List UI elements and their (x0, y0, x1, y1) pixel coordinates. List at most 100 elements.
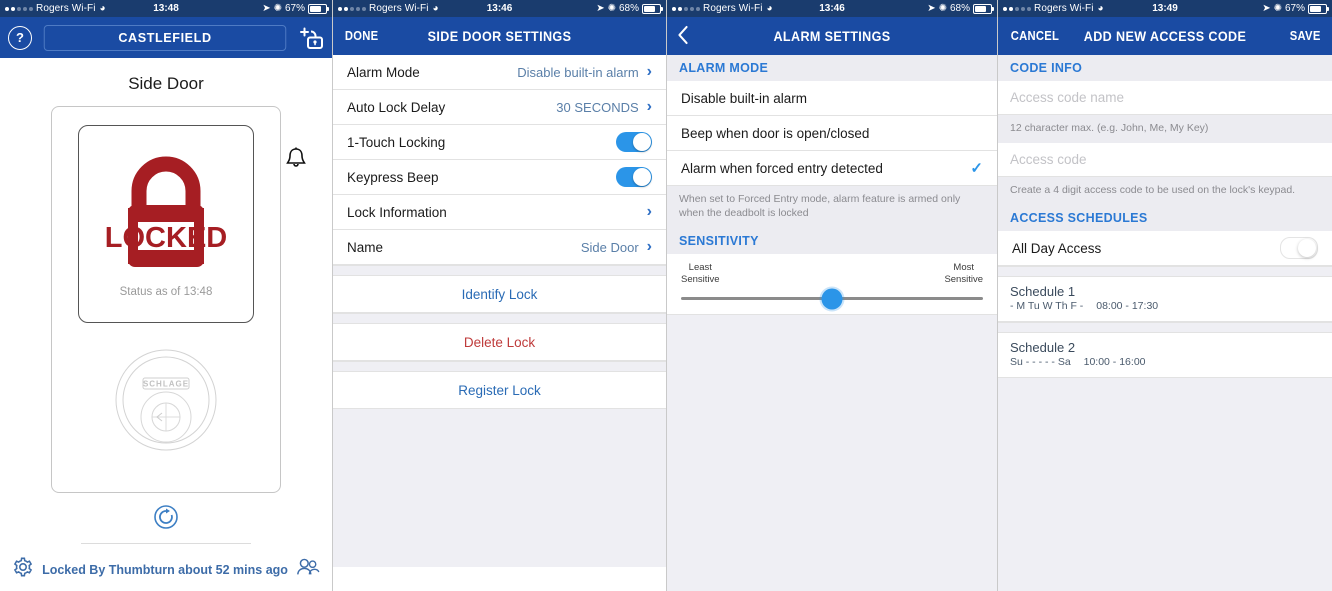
slider-min-label: Least Sensitive (681, 262, 720, 285)
chevron-right-icon: › (646, 203, 652, 220)
forced-entry-note: When set to Forced Entry mode, alarm fea… (667, 186, 997, 229)
battery-icon (973, 3, 994, 14)
delete-lock-button[interactable]: Delete Lock (333, 324, 666, 361)
keypress-beep-toggle[interactable] (616, 167, 652, 187)
deadbolt-graphic: SCHLAGE (105, 339, 227, 466)
option-label: Disable built-in alarm (681, 90, 808, 106)
option-disable-built-in-alarm[interactable]: Disable built-in alarm (667, 81, 997, 116)
schedule-row-1[interactable]: Schedule 1 - M Tu W Th F - 08:00 - 17:30 (998, 277, 1332, 323)
row-label: Name (347, 239, 384, 255)
done-button[interactable]: DONE (345, 29, 379, 43)
lock-status-card: LOCKED Status as of 13:48 (78, 125, 254, 323)
schedule-details: Su - - - - - Sa 10:00 - 16:00 (1010, 356, 1320, 368)
slider-max-label: Most Sensitive (944, 262, 983, 285)
row-label: Auto Lock Delay (347, 99, 446, 115)
register-lock-button[interactable]: Register Lock (333, 372, 666, 409)
users-icon[interactable] (296, 556, 320, 583)
refresh-button[interactable] (0, 503, 332, 531)
screenshot-root: Rogers Wi-Fi ◕ 13:48 ➤ ✺ 67% ? CASTLEFIE… (0, 0, 1332, 591)
alarm-settings-list: ALARM MODE Disable built-in alarm Beep w… (667, 55, 997, 591)
row-one-touch-locking[interactable]: 1-Touch Locking (333, 125, 666, 160)
status-bar: Rogers Wi-Fi ◕ 13:46 ➤ ✺ 68% (667, 0, 997, 17)
row-auto-lock-delay[interactable]: Auto Lock Delay 30 SECONDS › (333, 90, 666, 125)
sensitivity-slider-row: Least Sensitive Most Sensitive (667, 254, 997, 316)
home-name-field[interactable]: CASTLEFIELD (43, 24, 287, 51)
option-label: Beep when door is open/closed (681, 125, 870, 141)
row-value: Side Door (580, 239, 639, 255)
row-all-day-access[interactable]: All Day Access (998, 231, 1332, 267)
status-bar: Rogers Wi-Fi ◕ 13:46 ➤ ✺ 68% (333, 0, 666, 17)
list-filler (667, 315, 997, 591)
schedule-name: Schedule 1 (1010, 284, 1076, 300)
slider-labels: Least Sensitive Most Sensitive (681, 262, 983, 285)
access-code-name-hint: 12 character max. (e.g. John, Me, My Key… (998, 115, 1332, 144)
list-gap (998, 322, 1332, 334)
svg-text:LOCKED: LOCKED (106, 222, 226, 254)
gear-icon[interactable] (12, 556, 34, 583)
lock-status-timestamp: Status as of 13:48 (119, 286, 213, 298)
row-value: Disable built-in alarm (517, 64, 639, 80)
option-label: Alarm when forced entry detected (681, 160, 883, 176)
home-nav-bar: ? CASTLEFIELD (0, 17, 332, 58)
row-value: 30 SECONDS (556, 99, 639, 115)
row-alarm-mode[interactable]: Alarm Mode Disable built-in alarm › (333, 55, 666, 90)
slider-thumb[interactable] (821, 288, 843, 310)
schedule-name: Schedule 2 (1010, 340, 1076, 356)
chevron-right-icon: › (646, 238, 652, 255)
panel-lock-home: Rogers Wi-Fi ◕ 13:48 ➤ ✺ 67% ? CASTLEFIE… (0, 0, 333, 591)
one-touch-locking-toggle[interactable] (616, 132, 652, 152)
status-bar-time: 13:49 (1152, 3, 1178, 14)
page-title: ALARM SETTINGS (773, 28, 891, 44)
battery-icon (1308, 3, 1329, 14)
section-sensitivity: SENSITIVITY (667, 228, 997, 255)
schedule-time: 10:00 - 16:00 (1083, 356, 1146, 369)
status-bar-time: 13:46 (486, 3, 513, 14)
list-gap (998, 266, 1332, 278)
bell-icon[interactable] (284, 146, 308, 172)
lock-card[interactable]: LOCKED Status as of 13:48 SCHLAGE (51, 106, 281, 493)
identify-lock-button[interactable]: Identify Lock (333, 276, 666, 313)
lock-activity-text: Locked By Thumbturn about 52 mins ago (42, 562, 288, 577)
status-bar-time: 13:48 (153, 3, 179, 14)
settings-nav-bar: DONE SIDE DOOR SETTINGS (333, 17, 666, 55)
list-gap (333, 313, 666, 324)
status-bar-time: 13:46 (819, 3, 845, 14)
save-button[interactable]: SAVE (1289, 29, 1320, 43)
all-day-access-toggle[interactable] (1280, 237, 1318, 260)
sensitivity-slider[interactable] (681, 288, 983, 310)
panel-alarm-settings: Rogers Wi-Fi ◕ 13:46 ➤ ✺ 68% ALARM SETTI… (667, 0, 998, 591)
option-alarm-forced-entry[interactable]: Alarm when forced entry detected ✓ (667, 151, 997, 186)
schedule-days: - M Tu W Th F - (1010, 300, 1084, 313)
page-title: ADD NEW ACCESS CODE (1083, 28, 1247, 44)
cancel-button[interactable]: CANCEL (1011, 29, 1060, 43)
list-filler (998, 378, 1332, 591)
lock-card-wrap: LOCKED Status as of 13:48 SCHLAGE (0, 106, 332, 493)
row-label: Keypress Beep (347, 169, 439, 185)
row-keypress-beep[interactable]: Keypress Beep (333, 160, 666, 195)
row-name[interactable]: Name Side Door › (333, 230, 666, 265)
access-code-name-input[interactable]: Access code name (998, 81, 1332, 115)
section-alarm-mode: ALARM MODE (667, 55, 997, 81)
svg-text:SCHLAGE: SCHLAGE (143, 380, 189, 389)
list-gap (333, 361, 666, 372)
row-lock-information[interactable]: Lock Information › (333, 195, 666, 230)
checkmark-icon: ✓ (970, 160, 983, 177)
settings-list: Alarm Mode Disable built-in alarm › Auto… (333, 55, 666, 567)
option-beep-when-door-open-closed[interactable]: Beep when door is open/closed (667, 116, 997, 151)
section-access-schedules: ACCESS SCHEDULES (998, 205, 1332, 232)
back-chevron-icon[interactable] (678, 25, 689, 48)
help-button[interactable]: ? (8, 25, 32, 50)
door-title: Side Door (128, 74, 204, 93)
locked-padlock-icon: LOCKED (106, 156, 226, 267)
refresh-icon (154, 505, 178, 529)
add-lock-icon[interactable] (298, 25, 324, 51)
row-label: Lock Information (347, 204, 447, 220)
home-footer-bar: Locked By Thumbturn about 52 mins ago (0, 556, 332, 583)
schedule-time: 08:00 - 17:30 (1096, 300, 1159, 313)
chevron-right-icon: › (646, 63, 652, 80)
list-filler (333, 409, 666, 567)
input-placeholder: Access code name (1010, 90, 1125, 105)
schedule-row-2[interactable]: Schedule 2 Su - - - - - Sa 10:00 - 16:00 (998, 333, 1332, 379)
access-code-nav-bar: CANCEL ADD NEW ACCESS CODE SAVE (998, 17, 1332, 55)
access-code-input[interactable]: Access code (998, 143, 1332, 178)
